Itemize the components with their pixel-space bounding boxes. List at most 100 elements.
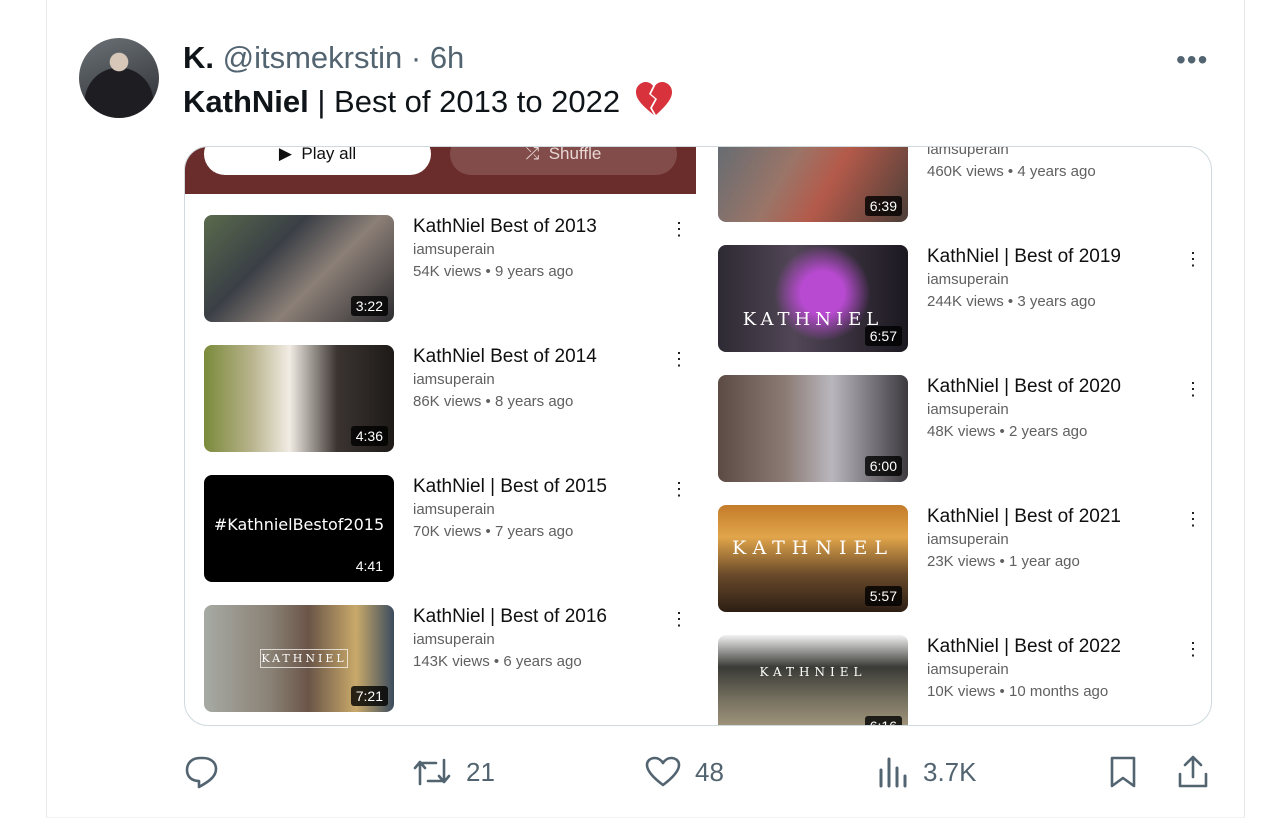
video-views: 23K views xyxy=(927,553,996,570)
tweet-text: KathNiel | Best of 2013 to 2022 xyxy=(183,82,673,126)
video-title[interactable]: KathNiel | Best of 2021 xyxy=(927,505,1121,529)
kebab-menu-icon[interactable]: ⋮ xyxy=(670,349,688,369)
video-title[interactable]: KathNiel | Best of 2020 xyxy=(927,375,1121,399)
video-title[interactable]: KathNiel Best of 2013 xyxy=(413,215,597,239)
video-channel[interactable]: iamsuperain xyxy=(927,270,1009,290)
author-name[interactable]: K. xyxy=(183,40,214,75)
video-views: 70K views xyxy=(413,523,482,540)
heart-icon xyxy=(645,756,681,788)
video-thumbnail[interactable]: KATHNIEL 6:16 xyxy=(718,635,908,725)
video-thumbnail[interactable]: 4:36 xyxy=(204,345,394,452)
views-count: 3.7K xyxy=(923,756,977,787)
video-views: 10K views xyxy=(927,683,996,700)
like-count: 48 xyxy=(695,756,724,787)
video-channel[interactable]: iamsuperain xyxy=(927,147,1009,160)
video-duration: 4:41 xyxy=(355,558,383,574)
kebab-menu-icon[interactable]: ⋮ xyxy=(670,609,688,629)
like-button[interactable]: 48 xyxy=(645,752,724,792)
video-thumbnail[interactable]: 6:39 xyxy=(718,147,908,222)
video-age: 6 years ago xyxy=(503,653,582,670)
video-item[interactable]: KATHNIEL 6:57 KathNiel | Best of 2019 ia… xyxy=(718,245,1208,355)
video-channel[interactable]: iamsuperain xyxy=(413,240,495,260)
play-icon: ▶ xyxy=(278,146,302,163)
video-age: 9 years ago xyxy=(494,263,574,280)
embedded-playlist-image[interactable]: ▶ Play all ⤮ Shuffle 3:22 KathNiel Best … xyxy=(184,146,1212,726)
video-views: 460K views xyxy=(927,163,1004,180)
kebab-menu-icon[interactable]: ⋮ xyxy=(1184,249,1202,269)
video-meta: 48K views • 2 years ago xyxy=(927,422,1087,442)
video-age: 1 year ago xyxy=(1008,553,1080,570)
video-title[interactable]: KathNiel | Best of 2015 xyxy=(413,475,607,499)
author-handle[interactable]: @itsmekrstin xyxy=(223,40,403,75)
video-thumbnail[interactable]: KATHNIEL 6:57 xyxy=(718,245,908,352)
video-thumbnail[interactable]: 3:22 xyxy=(204,215,394,322)
kebab-menu-icon[interactable]: ⋮ xyxy=(670,219,688,239)
video-channel[interactable]: iamsuperain xyxy=(413,370,495,390)
video-item[interactable]: KATHNIEL 6:16 KathNiel | Best of 2022 ia… xyxy=(718,635,1208,725)
video-title[interactable]: KathNiel Best of 2014 xyxy=(413,345,597,369)
video-age: 7 years ago xyxy=(494,523,574,540)
playlist-banner: ▶ Play all ⤮ Shuffle xyxy=(185,147,696,194)
video-item[interactable]: KATHNIEL 5:57 KathNiel | Best of 2021 ia… xyxy=(718,505,1208,615)
bookmark-icon xyxy=(1108,755,1138,789)
kebab-menu-icon[interactable]: ⋮ xyxy=(670,479,688,499)
video-title[interactable]: KathNiel | Best of 2016 xyxy=(413,605,607,629)
views-button[interactable]: 3.7K xyxy=(877,752,977,792)
share-icon xyxy=(1176,755,1210,789)
video-channel[interactable]: iamsuperain xyxy=(413,630,495,650)
video-views: 48K views xyxy=(927,423,996,440)
video-item[interactable]: 6:39 iamsuperain 460K views • 4 years ag… xyxy=(718,147,1208,225)
retweet-icon xyxy=(412,757,452,787)
tweet-header: K. @itsmekrstin · 6h xyxy=(183,38,464,78)
video-channel[interactable]: iamsuperain xyxy=(927,400,1009,420)
bookmark-button[interactable] xyxy=(1108,752,1138,792)
video-duration: 6:16 xyxy=(864,716,902,725)
shuffle-button[interactable]: ⤮ Shuffle xyxy=(450,147,677,175)
video-item[interactable]: 4:36 KathNiel Best of 2014 iamsuperain 8… xyxy=(204,345,694,455)
video-meta: 86K views • 8 years ago xyxy=(413,392,573,412)
video-age: 10 months ago xyxy=(1008,683,1109,700)
meta-separator: • xyxy=(999,423,1005,440)
retweet-button[interactable]: 21 xyxy=(412,752,495,792)
reply-icon xyxy=(184,755,220,789)
video-thumbnail[interactable]: KATHNIEL 5:57 xyxy=(718,505,908,612)
video-duration: 6:57 xyxy=(864,326,902,346)
video-duration: 6:00 xyxy=(864,456,902,476)
broken-heart-icon xyxy=(635,82,673,126)
video-age: 4 years ago xyxy=(1017,163,1096,180)
video-meta: 460K views • 4 years ago xyxy=(927,162,1096,182)
video-meta: 23K views • 1 year ago xyxy=(927,552,1080,572)
video-channel[interactable]: iamsuperain xyxy=(927,530,1009,550)
more-horizontal-icon[interactable]: ••• xyxy=(1176,44,1208,76)
video-item[interactable]: 6:00 KathNiel | Best of 2020 iamsuperain… xyxy=(718,375,1208,485)
video-age: 8 years ago xyxy=(494,393,574,410)
video-thumbnail[interactable]: #KathnielBestof2015 4:41 xyxy=(204,475,394,582)
kebab-menu-icon[interactable]: ⋮ xyxy=(1184,379,1202,399)
video-channel[interactable]: iamsuperain xyxy=(927,660,1009,680)
tweet-text-rest: | Best of 2013 to 2022 xyxy=(308,84,621,119)
reply-button[interactable] xyxy=(184,752,220,792)
video-item[interactable]: #KathnielBestof2015 4:41 KathNiel | Best… xyxy=(204,475,694,585)
video-title[interactable]: KathNiel | Best of 2022 xyxy=(927,635,1121,659)
play-all-button[interactable]: ▶ Play all xyxy=(204,146,431,175)
avatar[interactable] xyxy=(79,38,159,118)
video-duration: 5:57 xyxy=(864,586,902,606)
video-meta: 244K views • 3 years ago xyxy=(927,292,1096,312)
video-item[interactable]: 3:22 KathNiel Best of 2013 iamsuperain 5… xyxy=(204,215,694,325)
video-item[interactable]: KATHNIEL 7:21 KathNiel | Best of 2016 ia… xyxy=(204,605,694,715)
thumbnail-text: KATHNIEL xyxy=(260,649,348,668)
video-meta: 54K views • 9 years ago xyxy=(413,262,573,282)
analytics-icon xyxy=(877,756,909,788)
kebab-menu-icon[interactable]: ⋮ xyxy=(1184,509,1202,529)
kebab-menu-icon[interactable]: ⋮ xyxy=(1184,639,1202,659)
tweet-time[interactable]: 6h xyxy=(430,40,464,75)
video-title[interactable]: KathNiel | Best of 2019 xyxy=(927,245,1121,269)
video-age: 3 years ago xyxy=(1017,293,1096,310)
video-channel[interactable]: iamsuperain xyxy=(413,500,495,520)
meta-separator: • xyxy=(485,263,491,280)
video-thumbnail[interactable]: 6:00 xyxy=(718,375,908,482)
video-duration: 3:22 xyxy=(350,296,388,316)
share-button[interactable] xyxy=(1176,752,1210,792)
video-thumbnail[interactable]: KATHNIEL 7:21 xyxy=(204,605,394,712)
meta-separator: • xyxy=(485,523,491,540)
